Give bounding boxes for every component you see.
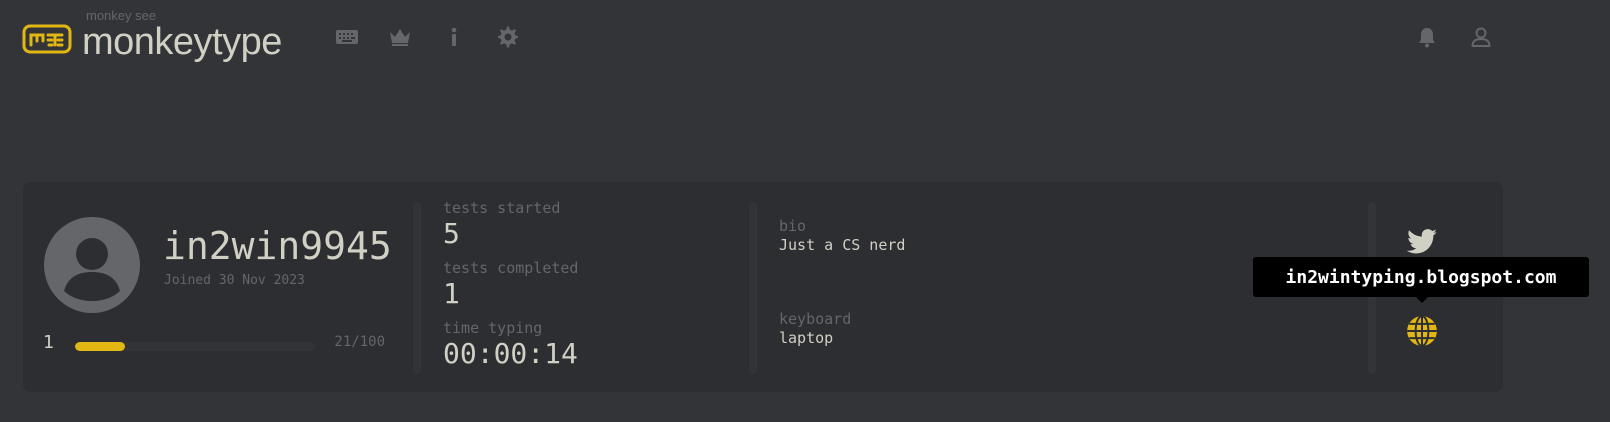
keyboard-label: keyboard bbox=[779, 310, 852, 328]
divider bbox=[749, 202, 757, 374]
bio-value: Just a CS nerd bbox=[779, 236, 906, 254]
crown-icon[interactable] bbox=[388, 25, 412, 49]
level-number: 1 bbox=[43, 332, 54, 353]
twitter-icon[interactable] bbox=[1405, 224, 1439, 258]
user-icon[interactable] bbox=[1469, 25, 1493, 49]
xp-bar-fill bbox=[75, 342, 126, 351]
website-tooltip: in2wintyping.blogspot.com bbox=[1253, 257, 1589, 297]
joined-date: Joined 30 Nov 2023 bbox=[164, 273, 305, 288]
settings-icon[interactable] bbox=[496, 25, 520, 49]
tests-started-value: 5 bbox=[443, 217, 460, 250]
bell-icon[interactable] bbox=[1415, 25, 1439, 49]
tooltip-arrow bbox=[1416, 297, 1428, 303]
xp-text: 21/100 bbox=[334, 334, 385, 350]
logo-wordmark: monkeytype bbox=[82, 21, 282, 63]
tests-completed-value: 1 bbox=[443, 277, 460, 310]
xp-bar bbox=[75, 342, 315, 351]
time-typing-value: 00:00:14 bbox=[443, 337, 578, 370]
keyboard-value: laptop bbox=[779, 329, 834, 347]
keyboard-icon[interactable] bbox=[335, 25, 359, 49]
keyboard-logo-icon bbox=[22, 24, 72, 54]
logo-tagline: monkey see bbox=[86, 8, 157, 23]
info-icon[interactable] bbox=[442, 25, 466, 49]
time-typing-label: time typing bbox=[443, 319, 543, 337]
tests-completed-label: tests completed bbox=[443, 259, 579, 277]
globe-icon[interactable] bbox=[1405, 314, 1439, 348]
avatar bbox=[44, 217, 140, 313]
logo[interactable]: monkey see monkeytype bbox=[22, 8, 282, 66]
bio-label: bio bbox=[779, 217, 807, 235]
tests-started-label: tests started bbox=[443, 199, 561, 217]
divider bbox=[413, 202, 421, 374]
username: in2win9945 bbox=[163, 224, 392, 268]
